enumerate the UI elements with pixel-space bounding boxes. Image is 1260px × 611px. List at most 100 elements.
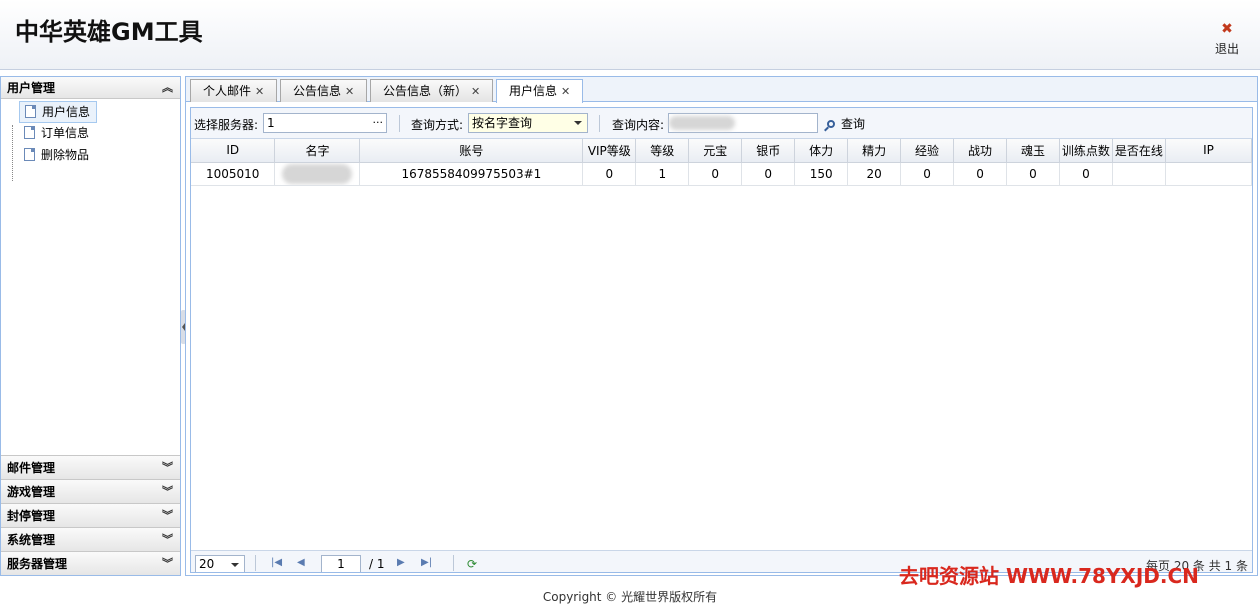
cell-online bbox=[1112, 162, 1166, 186]
tab-announcements[interactable]: 公告信息 ✕ bbox=[280, 79, 368, 102]
column-header[interactable]: ID bbox=[191, 139, 276, 163]
search-label: 查询 bbox=[841, 117, 866, 131]
tab-label: 公告信息（新） bbox=[383, 84, 468, 98]
method-label: 查询方式: bbox=[411, 118, 464, 132]
sidebar-section-mail[interactable]: 邮件管理 ︾ bbox=[1, 455, 180, 479]
chevron-down-icon[interactable]: ︾ bbox=[162, 552, 173, 576]
cell-merit: 0 bbox=[953, 162, 1007, 186]
app-title: 中华英雄GM工具 bbox=[15, 18, 203, 46]
sidebar-item-label: 用户信息 bbox=[42, 105, 91, 119]
page-size-value: 20 bbox=[199, 557, 215, 571]
column-header[interactable]: IP bbox=[1165, 139, 1253, 163]
tab-bar: 个人邮件 ✕ 公告信息 ✕ 公告信息（新） ✕ 用户信息 ✕ bbox=[186, 77, 1257, 103]
toolbar-separator bbox=[399, 115, 400, 132]
chevron-down-icon[interactable]: ︾ bbox=[162, 456, 173, 480]
column-header[interactable]: 银币 bbox=[741, 139, 796, 163]
cell-ip bbox=[1165, 162, 1253, 186]
query-method-value: 按名字查询 bbox=[472, 116, 533, 130]
chevron-up-icon[interactable]: ︽ bbox=[162, 77, 173, 99]
column-header[interactable]: 是否在线 bbox=[1112, 139, 1166, 163]
table-row[interactable]: 1005010 1678558409975503#1 0 1 0 0 150 2… bbox=[191, 162, 1253, 186]
sidebar-section-system[interactable]: 系统管理 ︾ bbox=[1, 527, 180, 551]
document-icon bbox=[24, 148, 35, 161]
cell-silver: 0 bbox=[741, 162, 796, 186]
chevron-down-icon[interactable]: ︾ bbox=[162, 504, 173, 528]
column-header[interactable]: 精力 bbox=[847, 139, 902, 163]
column-header[interactable]: VIP等级 bbox=[582, 139, 637, 163]
column-header[interactable]: 账号 bbox=[359, 139, 584, 163]
column-header[interactable]: 魂玉 bbox=[1006, 139, 1060, 163]
tab-announcements-new[interactable]: 公告信息（新） ✕ bbox=[370, 79, 494, 102]
cell-vip-level: 0 bbox=[582, 162, 637, 186]
server-value: 1 bbox=[267, 116, 275, 130]
query-toolbar: 选择服务器: 1 ··· 查询方式: 按名字查询 查询内容: 查询 bbox=[191, 108, 1252, 139]
first-page-icon[interactable]: |◀ bbox=[271, 557, 282, 568]
sidebar-section-game[interactable]: 游戏管理 ︾ bbox=[1, 479, 180, 503]
query-method-select[interactable]: 按名字查询 bbox=[468, 113, 588, 133]
footer-copyright: Copyright © 光耀世界版权所有 bbox=[542, 590, 718, 604]
sidebar-section-user-management[interactable]: 用户管理 ︽ bbox=[1, 77, 180, 99]
sidebar-section-label: 系统管理 bbox=[7, 533, 56, 547]
last-page-icon[interactable]: ▶| bbox=[421, 557, 432, 568]
search-icon bbox=[827, 120, 835, 128]
page-number-input[interactable]: 1 bbox=[321, 555, 361, 572]
server-select[interactable]: 1 ··· bbox=[263, 113, 387, 133]
close-icon[interactable]: ✕ bbox=[561, 85, 570, 98]
sidebar: 用户管理 ︽ 用户信息 订单信息 删除物品 邮件管理 ︾ 游戏管理 ︾ 封停管理… bbox=[0, 76, 181, 576]
chevron-down-icon[interactable]: ︾ bbox=[162, 528, 173, 552]
sidebar-tree: 用户信息 订单信息 删除物品 bbox=[1, 99, 180, 456]
cell-exp: 0 bbox=[900, 162, 955, 186]
page-size-select[interactable]: 20 bbox=[195, 555, 245, 572]
sidebar-section-server[interactable]: 服务器管理 ︾ bbox=[1, 551, 180, 575]
table-header-row: ID 名字 账号 VIP等级 等级 元宝 银币 体力 精力 经验 战功 魂玉 训… bbox=[191, 139, 1253, 163]
column-header[interactable]: 等级 bbox=[635, 139, 690, 163]
cell-yuanbao: 0 bbox=[688, 162, 743, 186]
tab-label: 用户信息 bbox=[509, 84, 558, 98]
sidebar-item-label: 订单信息 bbox=[41, 126, 90, 140]
dropdown-arrow-icon[interactable] bbox=[231, 563, 239, 567]
column-header[interactable]: 元宝 bbox=[688, 139, 743, 163]
refresh-icon[interactable]: ⟳ bbox=[467, 557, 477, 571]
column-header[interactable]: 战功 bbox=[953, 139, 1007, 163]
logout-button[interactable]: ✖ 退出 bbox=[1212, 22, 1242, 57]
next-page-icon[interactable]: ▶ bbox=[397, 557, 405, 568]
pager-separator bbox=[255, 555, 256, 571]
column-header[interactable]: 经验 bbox=[900, 139, 955, 163]
cell-id: 1005010 bbox=[191, 162, 276, 186]
sidebar-item-user-info[interactable]: 用户信息 bbox=[19, 101, 97, 123]
column-header[interactable]: 训练点数 bbox=[1059, 139, 1113, 163]
cell-name bbox=[274, 162, 361, 186]
close-icon[interactable]: ✕ bbox=[345, 85, 354, 98]
content-label: 查询内容: bbox=[612, 118, 665, 132]
chevron-down-icon[interactable]: ︾ bbox=[162, 480, 173, 504]
close-icon[interactable]: ✕ bbox=[471, 85, 480, 98]
sidebar-item-delete-items[interactable]: 删除物品 bbox=[19, 145, 97, 167]
tab-label: 个人邮件 bbox=[203, 84, 252, 98]
cell-soul-jade: 0 bbox=[1006, 162, 1060, 186]
cell-stamina: 150 bbox=[794, 162, 849, 186]
tree-connector bbox=[12, 125, 13, 181]
cell-level: 1 bbox=[635, 162, 690, 186]
pager-separator bbox=[453, 555, 454, 571]
tab-personal-mail[interactable]: 个人邮件 ✕ bbox=[190, 79, 278, 102]
close-icon[interactable]: ✕ bbox=[255, 85, 264, 98]
column-header[interactable]: 体力 bbox=[794, 139, 849, 163]
sidebar-section-label: 邮件管理 bbox=[7, 461, 56, 475]
tab-user-info[interactable]: 用户信息 ✕ bbox=[496, 79, 584, 103]
column-header[interactable]: 名字 bbox=[274, 139, 361, 163]
main-panel: 个人邮件 ✕ 公告信息 ✕ 公告信息（新） ✕ 用户信息 ✕ 选择服务器: 1 ··· … bbox=[185, 76, 1258, 576]
search-button[interactable]: 查询 bbox=[827, 115, 865, 132]
sidebar-collapsed-sections: 邮件管理 ︾ 游戏管理 ︾ 封停管理 ︾ 系统管理 ︾ 服务器管理 ︾ bbox=[1, 455, 180, 575]
sidebar-section-ban[interactable]: 封停管理 ︾ bbox=[1, 503, 180, 527]
sidebar-section-label: 用户管理 bbox=[7, 81, 56, 95]
logout-label: 退出 bbox=[1214, 42, 1239, 56]
ellipsis-icon[interactable]: ··· bbox=[373, 114, 384, 132]
page-total: / 1 bbox=[369, 557, 385, 571]
redacted-text bbox=[669, 116, 735, 130]
document-icon bbox=[24, 126, 35, 139]
user-info-panel: 选择服务器: 1 ··· 查询方式: 按名字查询 查询内容: 查询 ID 名字 … bbox=[190, 107, 1253, 573]
dropdown-arrow-icon[interactable] bbox=[574, 121, 582, 125]
user-table: ID 名字 账号 VIP等级 等级 元宝 银币 体力 精力 经验 战功 魂玉 训… bbox=[191, 139, 1253, 186]
prev-page-icon[interactable]: ◀ bbox=[297, 557, 305, 568]
sidebar-item-order-info[interactable]: 订单信息 bbox=[19, 123, 97, 145]
